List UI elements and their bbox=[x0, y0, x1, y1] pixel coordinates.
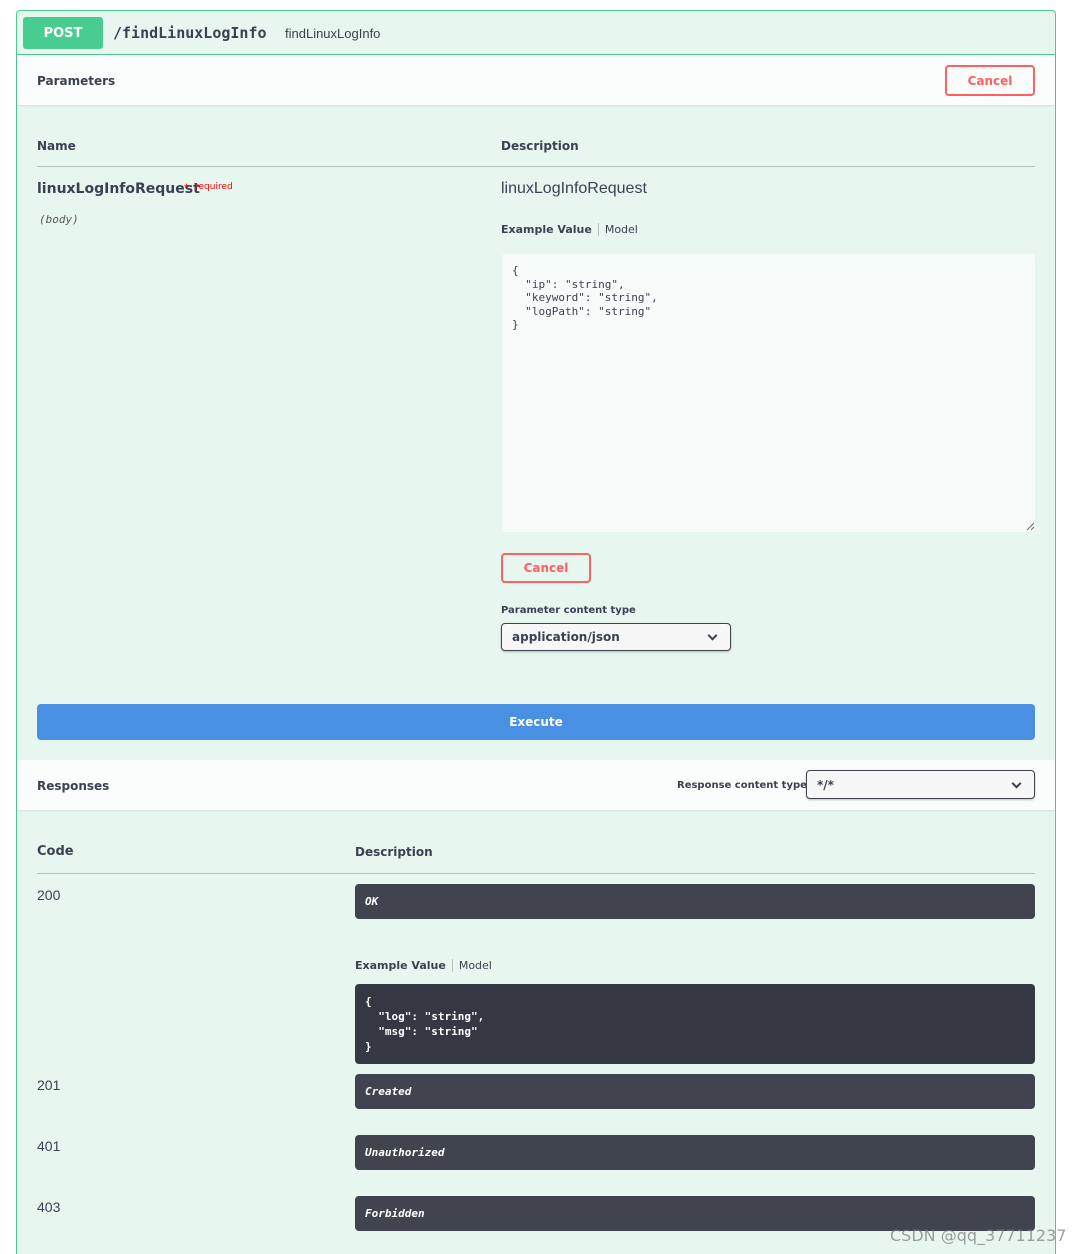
method-badge: POST bbox=[23, 17, 103, 49]
operation-description: findLinuxLogInfo bbox=[285, 26, 381, 41]
param-location: (body) bbox=[39, 213, 79, 226]
param-content-type-label: Parameter content type bbox=[501, 605, 636, 616]
execute-button[interactable]: Execute bbox=[37, 704, 1035, 740]
param-name: linuxLogInfoRequest bbox=[37, 181, 200, 197]
response-code: 201 bbox=[37, 1077, 61, 1093]
response-tabs: Example Value Model bbox=[355, 959, 492, 972]
watermark: CSDN @qq_37711237 bbox=[890, 1226, 1067, 1245]
response-content-type-value: */* bbox=[817, 777, 834, 792]
parameters-title: Parameters bbox=[37, 74, 116, 88]
col-name-header: Name bbox=[37, 139, 76, 153]
response-code: 401 bbox=[37, 1138, 61, 1154]
chevron-down-icon bbox=[707, 630, 718, 641]
response-content-type-select[interactable]: */* bbox=[806, 770, 1035, 799]
required-star: * bbox=[184, 181, 189, 195]
param-content-type-select[interactable]: application/json bbox=[501, 623, 731, 651]
tab-example-value[interactable]: Example Value bbox=[501, 223, 599, 236]
tab-model[interactable]: Model bbox=[453, 959, 492, 972]
response-code: 403 bbox=[37, 1199, 61, 1215]
cancel-try-out-button[interactable]: Cancel bbox=[945, 65, 1035, 96]
col-response-description-header: Description bbox=[355, 845, 433, 859]
tab-model[interactable]: Model bbox=[599, 223, 638, 236]
responses-header: Responses Response content type */* bbox=[17, 760, 1055, 810]
responses-title: Responses bbox=[37, 779, 110, 793]
col-code-header: Code bbox=[37, 844, 74, 859]
response-content-type-label: Response content type bbox=[677, 780, 807, 791]
request-body-editor[interactable]: { "ip": "string", "keyword": "string", "… bbox=[501, 253, 1036, 533]
required-label: required bbox=[195, 182, 233, 192]
chevron-down-icon bbox=[1011, 778, 1022, 789]
responses-divider bbox=[37, 873, 1035, 874]
response-description: Unauthorized bbox=[355, 1135, 1035, 1170]
response-example-value: { "log": "string", "msg": "string" } bbox=[355, 984, 1035, 1064]
param-title: linuxLogInfoRequest bbox=[501, 180, 647, 197]
resize-grip-icon[interactable] bbox=[1025, 521, 1035, 531]
operation-path: /findLinuxLogInfo bbox=[113, 24, 267, 42]
parameters-divider bbox=[37, 166, 1035, 167]
param-content-type-value: application/json bbox=[512, 630, 620, 644]
response-description: OK bbox=[355, 884, 1035, 919]
response-code: 200 bbox=[37, 887, 61, 903]
cancel-body-button[interactable]: Cancel bbox=[501, 553, 591, 583]
operation-summary[interactable]: POST /findLinuxLogInfo findLinuxLogInfo bbox=[17, 11, 1055, 55]
parameters-header: Parameters Cancel bbox=[17, 55, 1055, 105]
tab-example-value[interactable]: Example Value bbox=[355, 959, 453, 972]
col-description-header: Description bbox=[501, 139, 579, 153]
response-description: Created bbox=[355, 1074, 1035, 1109]
operation-block: POST /findLinuxLogInfo findLinuxLogInfo … bbox=[16, 10, 1056, 1254]
param-tabs: Example Value Model bbox=[501, 223, 638, 236]
